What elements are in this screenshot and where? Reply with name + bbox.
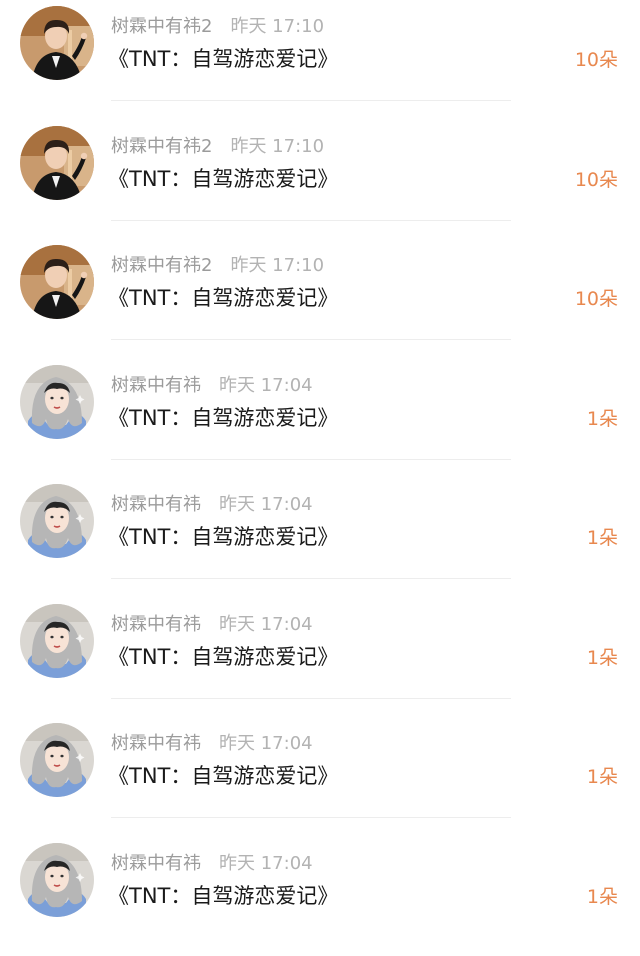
avatar[interactable] [20, 126, 94, 200]
list-item[interactable]: 树霖中有祎2 昨天 17:10 《TNT：自驾游恋爱记》 10朵 [0, 0, 640, 120]
gift-count: 1朵 [587, 523, 618, 550]
gift-count: 1朵 [587, 762, 618, 789]
timestamp: 昨天 17:04 [219, 490, 313, 516]
item-meta: 树霖中有祎2 昨天 17:10 [111, 132, 324, 158]
item-meta: 树霖中有祎 昨天 17:04 [111, 729, 313, 755]
avatar[interactable] [20, 245, 94, 319]
drama-title[interactable]: 《TNT：自驾游恋爱记》 [108, 282, 338, 312]
divider [111, 459, 511, 460]
drama-title[interactable]: 《TNT：自驾游恋爱记》 [108, 521, 338, 551]
list-item[interactable]: 树霖中有祎 昨天 17:04 《TNT：自驾游恋爱记》 1朵 [0, 837, 640, 956]
avatar[interactable] [20, 484, 94, 558]
avatar[interactable] [20, 604, 94, 678]
item-meta: 树霖中有祎2 昨天 17:10 [111, 251, 324, 277]
divider [111, 100, 511, 101]
item-meta: 树霖中有祎 昨天 17:04 [111, 371, 313, 397]
divider [111, 339, 511, 340]
user-name[interactable]: 树霖中有祎 [111, 849, 201, 875]
gift-count: 10朵 [575, 284, 618, 311]
avatar[interactable] [20, 6, 94, 80]
item-meta: 树霖中有祎 昨天 17:04 [111, 610, 313, 636]
gift-count: 1朵 [587, 882, 618, 909]
divider [111, 578, 511, 579]
drama-title[interactable]: 《TNT：自驾游恋爱记》 [108, 760, 338, 790]
avatar[interactable] [20, 365, 94, 439]
list-item[interactable]: 树霖中有祎2 昨天 17:10 《TNT：自驾游恋爱记》 10朵 [0, 239, 640, 359]
divider [111, 817, 511, 818]
gift-count: 10朵 [575, 45, 618, 72]
drama-title[interactable]: 《TNT：自驾游恋爱记》 [108, 163, 338, 193]
avatar[interactable] [20, 843, 94, 917]
avatar[interactable] [20, 723, 94, 797]
timestamp: 昨天 17:04 [219, 610, 313, 636]
gift-record-list: 树霖中有祎2 昨天 17:10 《TNT：自驾游恋爱记》 10朵 树霖中有祎2 … [0, 0, 640, 920]
timestamp: 昨天 17:04 [219, 371, 313, 397]
drama-title[interactable]: 《TNT：自驾游恋爱记》 [108, 402, 338, 432]
list-item[interactable]: 树霖中有祎 昨天 17:04 《TNT：自驾游恋爱记》 1朵 [0, 478, 640, 598]
gift-count: 1朵 [587, 404, 618, 431]
divider [111, 220, 511, 221]
user-name[interactable]: 树霖中有祎 [111, 729, 201, 755]
drama-title[interactable]: 《TNT：自驾游恋爱记》 [108, 880, 338, 910]
timestamp: 昨天 17:10 [230, 251, 324, 277]
user-name[interactable]: 树霖中有祎2 [111, 132, 212, 158]
user-name[interactable]: 树霖中有祎2 [111, 251, 212, 277]
list-item[interactable]: 树霖中有祎 昨天 17:04 《TNT：自驾游恋爱记》 1朵 [0, 717, 640, 837]
list-item[interactable]: 树霖中有祎2 昨天 17:10 《TNT：自驾游恋爱记》 10朵 [0, 120, 640, 240]
item-meta: 树霖中有祎 昨天 17:04 [111, 849, 313, 875]
user-name[interactable]: 树霖中有祎 [111, 610, 201, 636]
user-name[interactable]: 树霖中有祎2 [111, 12, 212, 38]
divider [111, 698, 511, 699]
gift-count: 10朵 [575, 165, 618, 192]
item-meta: 树霖中有祎2 昨天 17:10 [111, 12, 324, 38]
timestamp: 昨天 17:04 [219, 729, 313, 755]
timestamp: 昨天 17:10 [230, 132, 324, 158]
item-meta: 树霖中有祎 昨天 17:04 [111, 490, 313, 516]
drama-title[interactable]: 《TNT：自驾游恋爱记》 [108, 641, 338, 671]
list-item[interactable]: 树霖中有祎 昨天 17:04 《TNT：自驾游恋爱记》 1朵 [0, 598, 640, 718]
user-name[interactable]: 树霖中有祎 [111, 371, 201, 397]
user-name[interactable]: 树霖中有祎 [111, 490, 201, 516]
gift-count: 1朵 [587, 643, 618, 670]
list-item[interactable]: 树霖中有祎 昨天 17:04 《TNT：自驾游恋爱记》 1朵 [0, 359, 640, 479]
drama-title[interactable]: 《TNT：自驾游恋爱记》 [108, 43, 338, 73]
timestamp: 昨天 17:04 [219, 849, 313, 875]
timestamp: 昨天 17:10 [230, 12, 324, 38]
